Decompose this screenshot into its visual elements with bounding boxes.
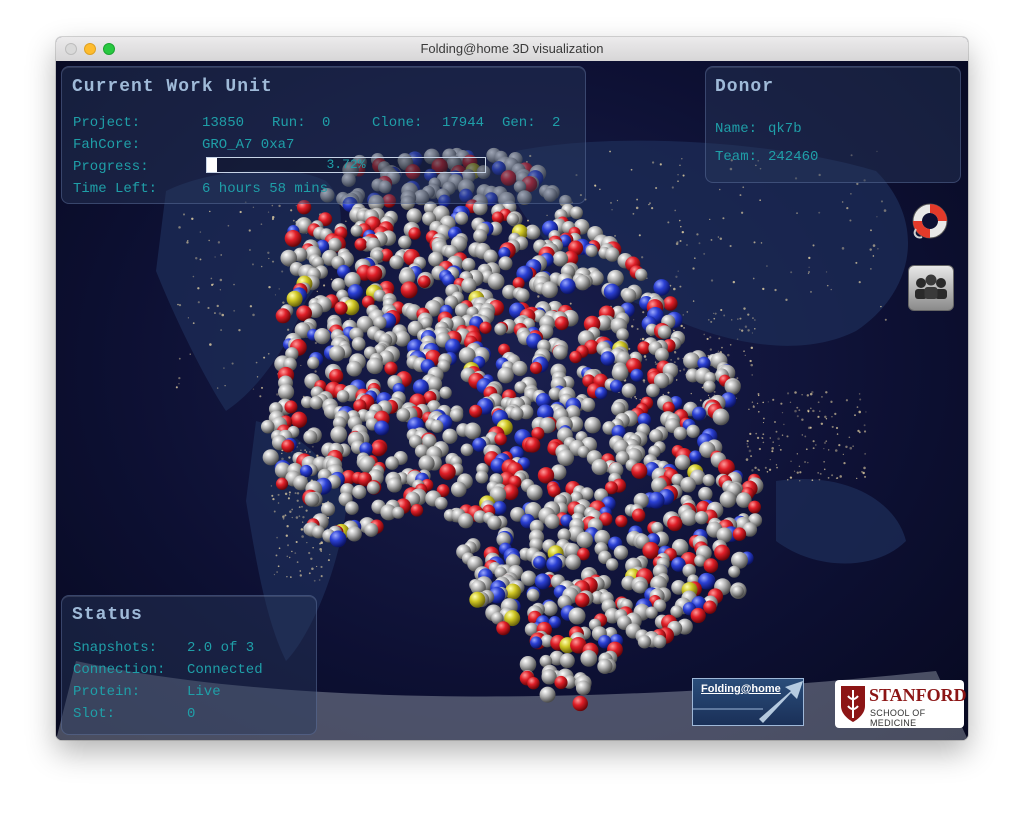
slot-label: Slot: (73, 706, 116, 722)
progress-text: 3.72% (326, 157, 366, 172)
window-title: Folding@home 3D visualization (420, 41, 604, 56)
donor-name-value: qk7b (768, 121, 802, 137)
status-panel: Status Snapshots: 2.0 of 3 Connection: C… (61, 595, 317, 735)
stanford-shield-icon (841, 686, 865, 722)
folding-at-home-logo[interactable]: Folding@home (692, 678, 804, 726)
run-value: 0 (322, 115, 331, 131)
progress-label: Progress: (73, 159, 149, 175)
donor-team-label: Team: (715, 149, 758, 165)
snapshots-value: 2.0 of 3 (187, 640, 255, 656)
stanford-subtitle: SCHOOL OF MEDICINE (870, 708, 926, 728)
fahcore-label: FahCore: (73, 137, 141, 153)
fah-arrow-icon (693, 681, 803, 723)
donor-panel: Donor Name: qk7b Team: 242460 (705, 66, 961, 183)
people-icon[interactable] (908, 265, 954, 311)
work-unit-panel: Current Work Unit Project: 13850 Run: 0 … (61, 66, 586, 204)
time-left-label: Time Left: (73, 181, 158, 197)
protein-label: Protein: (73, 684, 141, 700)
donor-name-label: Name: (715, 121, 758, 137)
progress-bar: 3.72% (206, 157, 486, 173)
snapshots-label: Snapshots: (73, 640, 158, 656)
status-heading: Status (72, 605, 143, 625)
project-label: Project: (73, 115, 141, 131)
title-bar[interactable]: Folding@home 3D visualization (56, 37, 968, 62)
time-left-value: 6 hours 58 mins (202, 181, 329, 197)
slot-value: 0 (187, 706, 196, 722)
project-value: 13850 (202, 115, 245, 131)
lifebuoy-icon[interactable] (908, 199, 952, 243)
connection-value: Connected (187, 662, 263, 678)
clone-label: Clone: (372, 115, 423, 131)
stanford-medicine-logo[interactable]: STANFORD SCHOOL OF MEDICINE (835, 680, 967, 728)
stanford-name: STANFORD (869, 685, 967, 705)
gen-label: Gen: (502, 115, 536, 131)
clone-value: 17944 (442, 115, 485, 131)
connection-label: Connection: (73, 662, 166, 678)
app-window: Folding@home 3D visualization Current Wo… (56, 37, 968, 740)
donor-team-value: 242460 (768, 149, 819, 165)
donor-heading: Donor (715, 77, 775, 97)
fahcore-value: GRO_A7 0xa7 (202, 137, 295, 153)
work-unit-heading: Current Work Unit (72, 77, 273, 97)
protein-value: Live (187, 684, 221, 700)
run-label: Run: (272, 115, 306, 131)
visualization-viewport[interactable]: Current Work Unit Project: 13850 Run: 0 … (56, 61, 968, 740)
gen-value: 2 (552, 115, 561, 131)
